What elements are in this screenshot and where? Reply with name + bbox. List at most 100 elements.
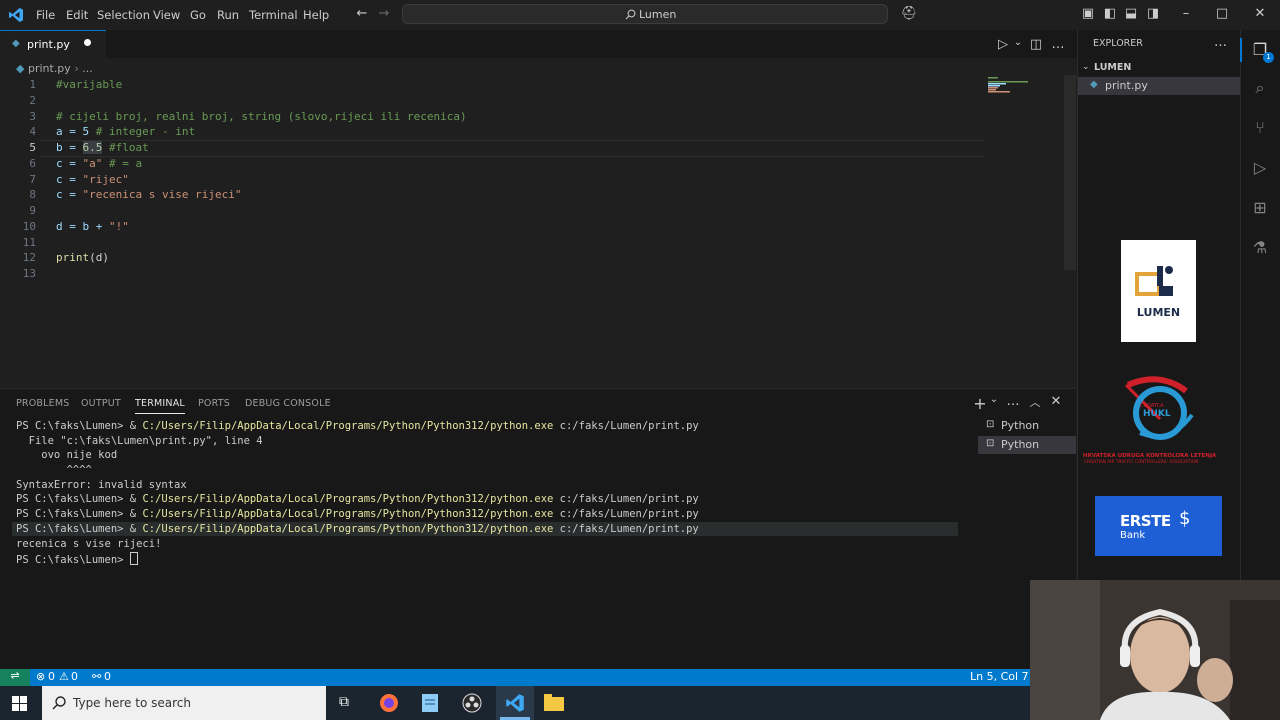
tab-label: print.py: [27, 38, 70, 51]
run-dropdown-icon[interactable]: ⌄: [1010, 37, 1026, 53]
explorer-more-icon[interactable]: …: [1214, 35, 1227, 50]
menu-run[interactable]: Run: [217, 8, 239, 22]
line-number: 12: [22, 251, 36, 264]
toggle-panel-icon[interactable]: ⬓: [1123, 6, 1139, 22]
vscode-taskbar-button[interactable]: [496, 686, 534, 720]
menu-go[interactable]: Go: [190, 8, 206, 22]
tab-ports[interactable]: PORTS: [198, 398, 230, 409]
forward-arrow-icon[interactable]: →: [376, 6, 392, 22]
tab-terminal[interactable]: TERMINAL: [135, 398, 185, 414]
search-icon: [52, 696, 66, 710]
panel-more-icon[interactable]: …: [1005, 394, 1021, 410]
errors-icon[interactable]: ⊗: [36, 670, 45, 683]
maximize-icon[interactable]: □: [1214, 6, 1230, 22]
terminal-dropdown-icon[interactable]: ⌄: [986, 394, 1002, 410]
ports-icon[interactable]: ⚯: [92, 670, 101, 683]
terminal-line: SyntaxError: invalid syntax: [16, 479, 187, 491]
terminal-icon: ⊡: [986, 438, 995, 449]
tab-debug-console[interactable]: DEBUG CONSOLE: [245, 398, 331, 409]
presenter-webcam-image: [1030, 580, 1280, 720]
search-box-text: Lumen: [639, 8, 677, 21]
file-item-print-py[interactable]: ◆ print.py: [1078, 77, 1241, 95]
terminal-instance-python[interactable]: ⊡ Python: [978, 417, 1076, 435]
tab-print-py[interactable]: ◆ print.py: [0, 30, 106, 58]
line-number: 7: [29, 173, 36, 186]
testing-flask-icon[interactable]: ⚗: [1250, 238, 1270, 258]
lumen-logo: LUMEN: [1121, 240, 1196, 342]
search-icon[interactable]: ⌕: [1250, 78, 1270, 98]
remote-icon[interactable]: ⇌: [0, 669, 30, 686]
tab-problems[interactable]: PROBLEMS: [16, 398, 69, 409]
obs-recorder-icon[interactable]: [462, 693, 482, 713]
minimize-icon[interactable]: –: [1178, 6, 1194, 22]
editor-scrollbar[interactable]: [1064, 75, 1076, 270]
ports-count[interactable]: 0: [104, 670, 111, 683]
erste-bank-logo: ERSTE $ Bank: [1095, 496, 1222, 556]
run-debug-icon[interactable]: ▷: [1250, 158, 1270, 178]
terminal-line: PS C:\faks\Lumen> & C:/Users/Filip/AppDa…: [16, 493, 699, 505]
close-panel-icon[interactable]: ✕: [1048, 394, 1064, 410]
code-editor[interactable]: 1 2 3 4 5 6 7 8 9 10 11 12 13 #varijable…: [0, 75, 1064, 385]
terminal-line: PS C:\faks\Lumen> & C:/Users/Filip/AppDa…: [16, 420, 699, 432]
terminal-cursor: [129, 552, 138, 565]
tab-output[interactable]: OUTPUT: [81, 398, 121, 409]
warnings-icon[interactable]: ⚠: [59, 670, 69, 683]
menu-help[interactable]: Help: [303, 8, 329, 22]
taskbar-search-box[interactable]: Type here to search: [42, 686, 326, 720]
more-actions-icon[interactable]: …: [1050, 37, 1066, 53]
menu-view[interactable]: View: [153, 8, 180, 22]
workspace-folder[interactable]: LUMEN: [1094, 62, 1131, 73]
toggle-secondary-sidebar-icon[interactable]: ◨: [1145, 6, 1161, 22]
code-line-7: c = "rijec": [56, 173, 129, 186]
warnings-count[interactable]: 0: [71, 670, 78, 683]
breadcrumb-more[interactable]: ...: [82, 62, 93, 75]
task-view-icon[interactable]: ⧉: [339, 694, 349, 710]
command-search-box[interactable]: Lumen: [402, 4, 888, 24]
line-number: 10: [22, 220, 36, 233]
split-editor-icon[interactable]: ◫: [1028, 37, 1044, 53]
terminal-prompt[interactable]: PS C:\faks\Lumen>: [16, 552, 138, 566]
lumen-emblem-icon: [1135, 266, 1173, 296]
line-number: 8: [29, 188, 36, 201]
menu-file[interactable]: File: [36, 8, 55, 22]
terminal-instance-python[interactable]: ⊡ Python: [978, 436, 1076, 454]
file-explorer-icon[interactable]: [544, 694, 564, 711]
menu-selection[interactable]: Selection: [97, 8, 150, 22]
terminal-icon: ⊡: [986, 419, 995, 430]
close-window-icon[interactable]: ✕: [1252, 6, 1268, 22]
run-python-file-icon[interactable]: ▷: [995, 37, 1011, 53]
extensions-icon[interactable]: ⊞: [1250, 198, 1270, 218]
code-line-4: a = 5 # integer - int: [56, 125, 196, 138]
code-line-5: b = 6.5 #float: [56, 141, 149, 154]
terminal-line: recenica s vise rijeci!: [16, 538, 162, 550]
active-indicator: [1240, 38, 1242, 62]
errors-count[interactable]: 0: [48, 670, 55, 683]
breadcrumb-file[interactable]: print.py: [28, 62, 71, 75]
terminal-line: ^^^^: [16, 464, 92, 476]
firefox-icon[interactable]: [379, 693, 399, 713]
back-arrow-icon[interactable]: ←: [354, 6, 370, 22]
copilot-icon[interactable]: ⛑: [898, 6, 920, 22]
maximize-panel-icon[interactable]: ︿: [1027, 394, 1043, 410]
code-line-12: print(d): [56, 251, 109, 264]
chevron-down-icon[interactable]: ⌄: [1082, 62, 1090, 72]
toggle-primary-sidebar-icon[interactable]: ◧: [1102, 6, 1118, 22]
customize-layout-icon[interactable]: ▣: [1080, 6, 1096, 22]
windows-start-icon[interactable]: [12, 696, 27, 711]
menu-terminal[interactable]: Terminal: [249, 8, 298, 22]
code-line-3: # cijeli broj, realni broj, string (slov…: [56, 110, 467, 123]
vscode-logo-icon: [9, 8, 23, 22]
menu-edit[interactable]: Edit: [66, 8, 88, 22]
unsaved-dot-icon[interactable]: [84, 39, 91, 46]
code-line-8: c = "recenica s vise rijeci": [56, 188, 242, 201]
terminal-line: File "c:\faks\Lumen\print.py", line 4: [16, 435, 263, 447]
line-number: 1: [29, 78, 36, 91]
cursor-position[interactable]: Ln 5, Col 7: [970, 670, 1029, 683]
code-line-10: d = b + "!": [56, 220, 129, 233]
notepad-icon[interactable]: [421, 693, 439, 713]
code-line-1: #varijable: [56, 78, 123, 91]
source-control-icon[interactable]: ⑂: [1250, 118, 1270, 138]
minimap[interactable]: [986, 75, 1036, 115]
terminal-line: PS C:\faks\Lumen> & C:/Users/Filip/AppDa…: [16, 523, 699, 535]
line-number: 2: [29, 94, 36, 107]
